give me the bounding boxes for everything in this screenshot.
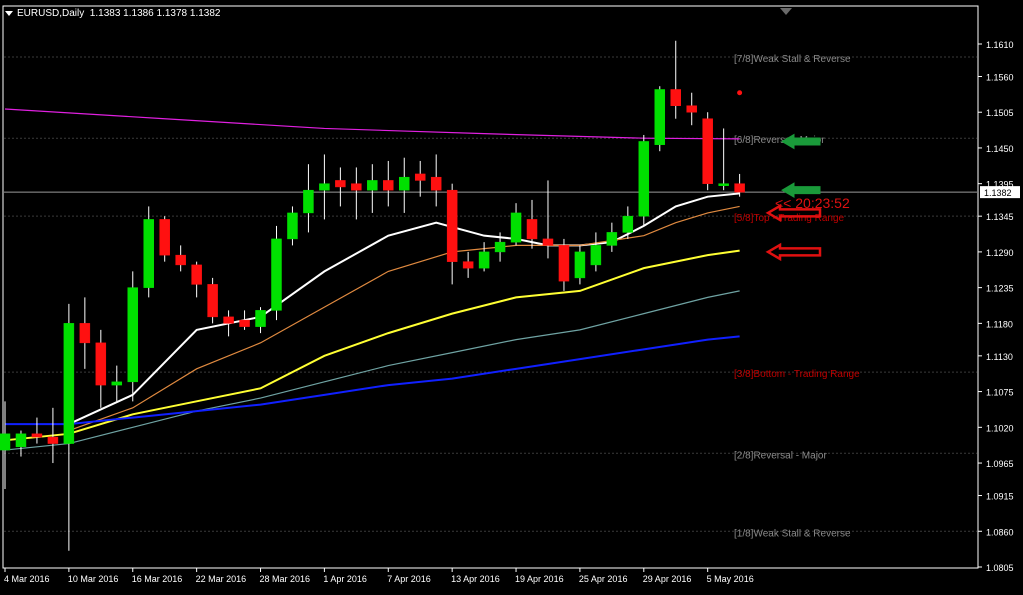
moving-average-line xyxy=(4,290,740,451)
candle-body[interactable] xyxy=(414,173,426,181)
candle-body[interactable] xyxy=(287,212,298,240)
x-tick-label: 5 May 2016 xyxy=(707,574,754,584)
moving-average-line xyxy=(4,249,740,442)
y-tick-label: 1.1075 xyxy=(986,388,1014,398)
candle-body[interactable] xyxy=(319,183,330,191)
candle-body[interactable] xyxy=(303,189,314,214)
arrow-icon xyxy=(765,242,822,262)
x-tick-label: 25 Apr 2016 xyxy=(579,574,628,584)
x-tick-label: 7 Apr 2016 xyxy=(387,574,431,584)
candle-body[interactable] xyxy=(430,176,442,191)
candle-body[interactable] xyxy=(702,118,713,184)
candle-body[interactable] xyxy=(718,183,729,186)
candle-body[interactable] xyxy=(47,436,59,444)
candle-body[interactable] xyxy=(542,238,554,246)
candle-body[interactable] xyxy=(159,219,170,256)
candle-body[interactable] xyxy=(207,284,218,318)
y-tick-label: 1.1505 xyxy=(986,108,1014,118)
moving-average-line xyxy=(4,108,740,140)
candle-body[interactable] xyxy=(622,215,634,233)
candle-body[interactable] xyxy=(0,433,11,451)
y-tick-label: 1.1130 xyxy=(986,352,1013,362)
price-chart[interactable]: [7/8]Weak Stall & Reverse[6/8]Reverse - … xyxy=(0,0,1023,595)
moving-average-line xyxy=(5,335,740,426)
candle-body[interactable] xyxy=(223,316,234,324)
candle-body[interactable] xyxy=(462,261,474,269)
y-tick-label: 1.0915 xyxy=(986,492,1014,502)
signal-dot xyxy=(737,90,743,96)
y-tick-label: 1.1345 xyxy=(986,212,1014,222)
candle-body[interactable] xyxy=(686,105,697,113)
murrey-label: [7/8]Weak Stall & Reverse xyxy=(734,54,851,65)
countdown-timer: << 20:23:52 xyxy=(775,195,850,211)
candle-body[interactable] xyxy=(446,189,458,262)
candle-body[interactable] xyxy=(638,141,650,217)
x-tick-label: 10 Mar 2016 xyxy=(68,574,119,584)
candle-body[interactable] xyxy=(335,180,346,188)
candle-body[interactable] xyxy=(15,433,27,448)
candle-body[interactable] xyxy=(271,238,282,311)
candle-body[interactable] xyxy=(95,342,107,386)
candle-body[interactable] xyxy=(127,287,139,383)
candle-body[interactable] xyxy=(510,212,522,243)
candle-body[interactable] xyxy=(239,319,250,327)
current-price-label: 1.1382 xyxy=(984,188,1012,198)
murrey-label: [3/8]Bottom - Trading Range xyxy=(734,369,860,380)
murrey-label: [1/8]Weak Stall & Reverse xyxy=(734,528,851,539)
y-tick-label: 1.1235 xyxy=(986,284,1014,294)
y-tick-label: 1.1180 xyxy=(986,319,1013,329)
y-tick-label: 1.0860 xyxy=(986,527,1014,537)
y-tick-label: 1.0965 xyxy=(986,459,1014,469)
candle-body[interactable] xyxy=(494,241,506,253)
x-tick-label: 29 Apr 2016 xyxy=(643,574,692,584)
candle-body[interactable] xyxy=(63,323,75,444)
candle-body[interactable] xyxy=(191,264,202,285)
candle-body[interactable] xyxy=(175,254,186,266)
candle-body[interactable] xyxy=(734,183,745,193)
x-tick-label: 13 Apr 2016 xyxy=(451,574,500,584)
x-tick-label: 4 Mar 2016 xyxy=(4,574,50,584)
candle-body[interactable] xyxy=(478,251,490,269)
candle-body[interactable] xyxy=(399,176,410,191)
x-tick-label: 1 Apr 2016 xyxy=(323,574,367,584)
x-tick-label: 28 Mar 2016 xyxy=(260,574,311,584)
x-tick-label: 16 Mar 2016 xyxy=(132,574,183,584)
candle-body[interactable] xyxy=(574,251,586,279)
y-tick-label: 1.1560 xyxy=(986,72,1014,82)
murrey-label: [2/8]Reversal - Major xyxy=(734,450,827,461)
murrey-label: [5/8]Top - Trading Range xyxy=(734,213,845,224)
candle-body[interactable] xyxy=(383,180,394,191)
y-tick-label: 1.1610 xyxy=(986,40,1014,50)
chart-shift-icon[interactable] xyxy=(780,8,792,15)
candle-body[interactable] xyxy=(31,433,43,438)
candle-body[interactable] xyxy=(558,245,570,282)
candle-body[interactable] xyxy=(143,219,154,288)
candle-body[interactable] xyxy=(79,323,91,344)
candle-body[interactable] xyxy=(367,180,378,191)
y-tick-label: 1.1020 xyxy=(986,423,1014,433)
candle-body[interactable] xyxy=(606,232,618,246)
x-tick-label: 19 Apr 2016 xyxy=(515,574,564,584)
candle-body[interactable] xyxy=(654,89,666,145)
candle-body[interactable] xyxy=(670,89,681,106)
candle-body[interactable] xyxy=(255,310,266,327)
y-tick-label: 1.0805 xyxy=(986,563,1014,573)
candle-body[interactable] xyxy=(351,183,362,191)
candle-body[interactable] xyxy=(526,219,538,240)
candle-body[interactable] xyxy=(111,381,123,386)
x-tick-label: 22 Mar 2016 xyxy=(196,574,247,584)
candle-body[interactable] xyxy=(590,245,602,266)
y-tick-label: 1.1290 xyxy=(986,248,1014,258)
y-tick-label: 1.1450 xyxy=(986,144,1014,154)
